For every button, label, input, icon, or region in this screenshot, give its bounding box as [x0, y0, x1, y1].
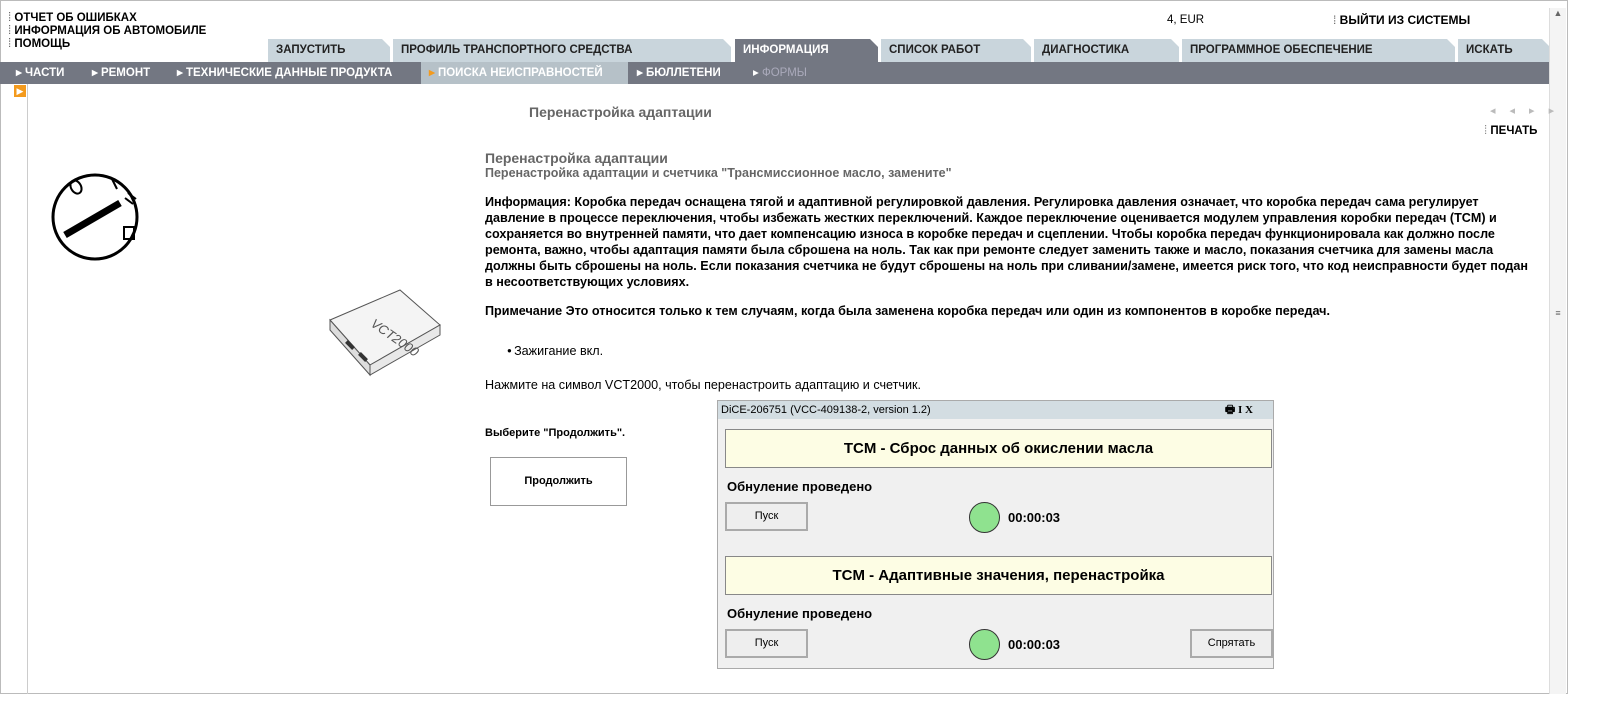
left-panel — [0, 84, 28, 694]
subnav-repair[interactable]: РЕМОНТ — [84, 62, 150, 84]
tab-information[interactable]: ИНФОРМАЦИЯ — [735, 39, 878, 62]
list-item: Зажигание вкл. — [507, 344, 1535, 358]
dialog-controls[interactable]: I X — [1238, 404, 1253, 416]
tab-diagnostics[interactable]: ДИАГНОСТИКА — [1034, 39, 1179, 62]
tab-work-list[interactable]: СПИСОК РАБОТ — [881, 39, 1031, 62]
subnav-troubleshooting[interactable]: ПОИСКА НЕИСПРАВНОСТЕЙ — [421, 62, 628, 84]
instruction-text: Нажмите на символ VCT2000, чтобы перенас… — [485, 378, 922, 392]
dice-dialog: DiCE-206751 (VCC-409138-2, version 1.2) … — [717, 400, 1274, 669]
page-nav: ◂◂▸▸ — [1490, 104, 1568, 117]
page-heading: Перенастройка адаптации — [529, 104, 712, 120]
main-tabs: ЗАПУСТИТЬ ПРОФИЛЬ ТРАНСПОРТНОГО СРЕДСТВА… — [0, 39, 1550, 62]
status-text: Обнуление проведено — [727, 606, 873, 621]
currency: 4, EUR — [1167, 14, 1205, 26]
article-title: Перенастройка адаптации — [485, 150, 668, 166]
subnav-forms[interactable]: ФОРМЫ — [745, 62, 807, 84]
prev-icon[interactable]: ◂◂ — [1490, 105, 1529, 117]
start-button[interactable]: Пуск — [725, 629, 808, 658]
link-error-report[interactable]: ОТЧЕТ ОБ ОШИБКАХ — [8, 12, 206, 25]
expand-panel-icon[interactable]: ▶ — [14, 85, 26, 97]
section-title: TCM - Адаптивные значения, перенастройка — [725, 556, 1272, 595]
tab-software[interactable]: ПРОГРАММНОЕ ОБЕСПЕЧЕНИЕ — [1182, 39, 1455, 62]
tab-start[interactable]: ЗАПУСТИТЬ — [268, 39, 390, 62]
print-link[interactable]: ПЕЧАТЬ — [1484, 125, 1537, 137]
status-led-icon — [969, 502, 1000, 533]
article: Перенастройка адаптации Перенастройка ад… — [485, 150, 1535, 392]
continue-button[interactable]: Продолжить — [490, 457, 627, 506]
vct2000-device-icon[interactable]: VCT2000 — [325, 265, 445, 385]
next-icon[interactable]: ▸▸ — [1529, 105, 1568, 117]
printer-icon[interactable]: 🖶 — [1225, 404, 1238, 416]
subnav-bulletins[interactable]: БЮЛЛЕТЕНИ — [629, 62, 721, 84]
dialog-titlebar[interactable]: DiCE-206751 (VCC-409138-2, version 1.2) … — [718, 401, 1273, 419]
subnav-tech-data[interactable]: ТЕХНИЧЕСКИЕ ДАННЫЕ ПРОДУКТА — [169, 62, 392, 84]
info-paragraph: Информация: Коробка передач оснащена тяг… — [485, 195, 1529, 289]
link-vehicle-info[interactable]: ИНФОРМАЦИЯ ОБ АВТОМОБИЛЕ — [8, 25, 206, 38]
timer: 00:00:03 — [1008, 510, 1061, 525]
note-paragraph: Примечание Это относится только к тем сл… — [485, 304, 1330, 318]
hide-button[interactable]: Спрятать — [1190, 629, 1273, 658]
section-title: TCM - Сброс данных об окислении масла — [725, 429, 1272, 468]
article-subtitle: Перенастройка адаптации и счетчика "Тран… — [485, 166, 952, 180]
timer: 00:00:03 — [1008, 637, 1061, 652]
start-button[interactable]: Пуск — [725, 502, 808, 531]
subnav-parts[interactable]: ЧАСТИ — [8, 62, 64, 84]
dialog-title: DiCE-206751 (VCC-409138-2, version 1.2) — [721, 404, 931, 416]
choose-text: Выберите "Продолжить". — [485, 427, 626, 439]
status-led-icon — [969, 629, 1000, 660]
tab-search[interactable]: ИСКАТЬ — [1458, 39, 1550, 62]
sub-navigation: ЧАСТИ РЕМОНТ ТЕХНИЧЕСКИЕ ДАННЫЕ ПРОДУКТА… — [0, 62, 1550, 84]
tab-vehicle-profile[interactable]: ПРОФИЛЬ ТРАНСПОРТНОГО СРЕДСТВА — [393, 39, 731, 62]
ignition-dial-icon — [51, 173, 139, 261]
logout-link[interactable]: ВЫЙТИ ИЗ СИСТЕМЫ — [1333, 13, 1471, 27]
status-text: Обнуление проведено — [727, 479, 873, 494]
